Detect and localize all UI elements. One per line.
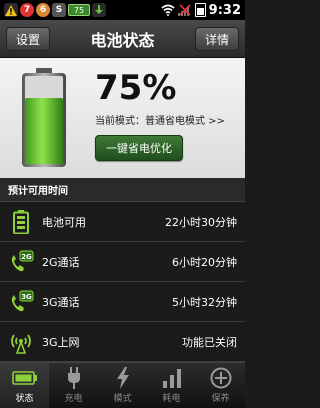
tab-label: 保养 xyxy=(211,394,230,404)
tab-label: 充电 xyxy=(64,394,83,404)
phone-3g-icon: 3G xyxy=(8,290,34,314)
page-title: 电池状态 xyxy=(90,30,155,50)
list-item-3g-internet: 3G上网 功能已关闭 xyxy=(0,322,245,362)
svg-text:2G: 2G xyxy=(21,253,32,261)
clock: 9:32 xyxy=(208,2,241,18)
antenna-icon xyxy=(8,330,34,354)
status-bar: 7 6 S 75 9:32 xyxy=(0,0,245,20)
current-mode-link[interactable]: 当前模式：普通省电模式 >> xyxy=(95,112,225,127)
tab-label: 状态 xyxy=(15,394,34,404)
list-item-battery: 电池可用 22小时30分钟 xyxy=(0,202,245,242)
lightning-icon xyxy=(110,367,136,389)
tab-consumption[interactable]: 耗电 xyxy=(147,363,196,408)
bottom-tab-bar: 状态 充电 模式 耗电 保养 xyxy=(0,362,245,408)
large-battery-icon xyxy=(22,68,66,167)
list-item-label: 2G通话 xyxy=(42,255,80,269)
tab-label: 模式 xyxy=(113,394,132,404)
phone-2g-icon: 2G xyxy=(8,250,34,274)
battery-icon xyxy=(194,3,206,17)
warning-icon xyxy=(4,3,18,17)
details-button[interactable]: 详情 xyxy=(195,27,239,51)
plus-circle-icon xyxy=(208,367,234,389)
list-item-value: 功能已关闭 xyxy=(182,335,237,349)
wifi-icon xyxy=(161,4,175,16)
battery-level-badge: 75 xyxy=(68,4,90,16)
section-title: 预计可用时间 xyxy=(0,178,245,202)
notification-badge-icon: 6 xyxy=(36,3,50,17)
list-item-3g-call: 3G 3G通话 5小时32分钟 xyxy=(0,282,245,322)
list-item-2g-call: 2G 2G通话 6小时20分钟 xyxy=(0,242,245,282)
list-item-value: 6小时20分钟 xyxy=(172,255,237,269)
status-bar-notifications: 7 6 S 75 xyxy=(4,0,106,20)
tab-charging[interactable]: 充电 xyxy=(49,363,98,408)
app-notification-icon: S xyxy=(52,3,66,17)
notification-badge-icon: 7 xyxy=(20,3,34,17)
download-icon xyxy=(92,3,106,17)
list-item-value: 5小时32分钟 xyxy=(172,295,237,309)
estimated-time-list: 电池可用 22小时30分钟 2G 2G通话 6小时20分钟 3G 3G通话 5小… xyxy=(0,202,245,362)
settings-button[interactable]: 设置 xyxy=(6,27,50,51)
battery-percent: 75% xyxy=(95,68,177,108)
list-item-label: 3G通话 xyxy=(42,295,80,309)
tab-maintenance[interactable]: 保养 xyxy=(196,363,245,408)
list-item-label: 3G上网 xyxy=(42,335,80,349)
list-item-value: 22小时30分钟 xyxy=(165,215,237,229)
tab-status[interactable]: 状态 xyxy=(0,363,49,408)
one-click-optimize-button[interactable]: 一键省电优化 xyxy=(95,135,183,161)
no-signal-icon xyxy=(177,4,191,16)
tab-label: 耗电 xyxy=(162,394,181,404)
status-bar-system: 9:32 xyxy=(161,0,241,20)
list-item-label: 电池可用 xyxy=(42,215,86,229)
battery-status-icon xyxy=(11,367,38,389)
battery-summary-panel: 75% 当前模式：普通省电模式 >> 一键省电优化 xyxy=(0,58,245,178)
tab-mode[interactable]: 模式 xyxy=(98,363,147,408)
title-bar: 设置 电池状态 详情 xyxy=(0,20,245,58)
svg-text:3G: 3G xyxy=(21,293,32,301)
bar-chart-icon xyxy=(159,367,185,389)
battery-icon xyxy=(8,209,34,234)
plug-icon xyxy=(61,367,87,389)
